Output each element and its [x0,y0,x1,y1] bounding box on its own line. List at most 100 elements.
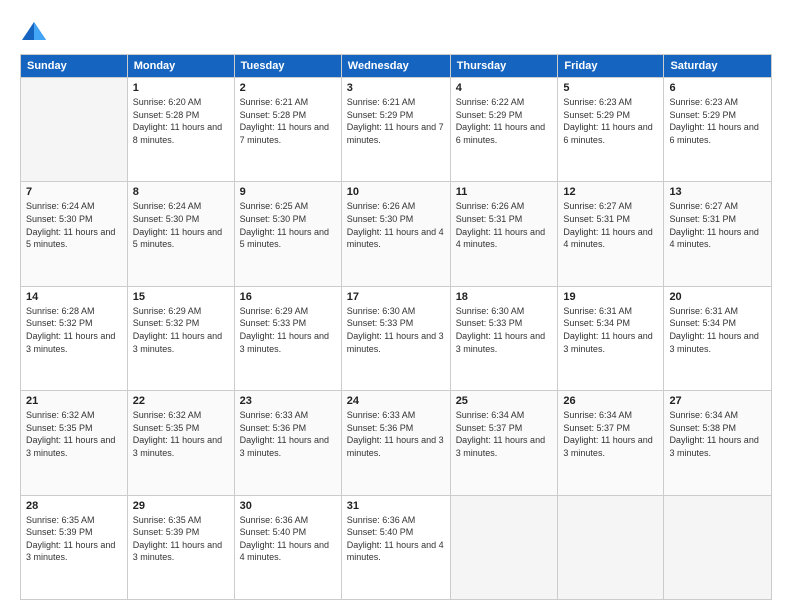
calendar-cell: 10 Sunrise: 6:26 AMSunset: 5:30 PMDayligh… [341,182,450,286]
day-info: Sunrise: 6:35 AMSunset: 5:39 PMDaylight:… [26,514,122,564]
calendar-cell: 12Sunrise: 6:27 AMSunset: 5:31 PMDayligh… [558,182,664,286]
day-info: Sunrise: 6:30 AMSunset: 5:33 PMDaylight:… [456,305,553,355]
calendar-cell: 13Sunrise: 6:27 AMSunset: 5:31 PMDayligh… [664,182,772,286]
day-number: 31 [347,500,445,512]
page: SundayMondayTuesdayWednesdayThursdayFrid… [0,0,792,612]
day-number: 25 [456,395,553,407]
calendar-cell: 16 Sunrise: 6:29 AMSunset: 5:33 PMDayligh… [234,286,341,390]
day-number: 6 [669,82,766,94]
day-number: 15 [133,291,229,303]
calendar-cell: 7 Sunrise: 6:24 AMSunset: 5:30 PMDaylight… [21,182,128,286]
calendar-cell: 14 Sunrise: 6:28 AMSunset: 5:32 PMDayligh… [21,286,128,390]
logo [20,18,52,46]
calendar-cell: 19 Sunrise: 6:31 AMSunset: 5:34 PMDayligh… [558,286,664,390]
day-number: 20 [669,291,766,303]
calendar-cell: 8 Sunrise: 6:24 AMSunset: 5:30 PMDaylight… [127,182,234,286]
day-number: 24 [347,395,445,407]
day-info: Sunrise: 6:23 AMSunset: 5:29 PMDaylight:… [669,96,766,146]
calendar-cell: 5 Sunrise: 6:23 AMSunset: 5:29 PMDaylight… [558,78,664,182]
calendar-cell: 25Sunrise: 6:34 AMSunset: 5:37 PMDayligh… [450,391,558,495]
calendar-cell: 20 Sunrise: 6:31 AMSunset: 5:34 PMDayligh… [664,286,772,390]
day-number: 3 [347,82,445,94]
weekday-header: Saturday [664,55,772,78]
day-info: Sunrise: 6:29 AMSunset: 5:32 PMDaylight:… [133,305,229,355]
calendar-cell: 22 Sunrise: 6:32 AMSunset: 5:35 PMDayligh… [127,391,234,495]
day-info: Sunrise: 6:30 AMSunset: 5:33 PMDaylight:… [347,305,445,355]
calendar-cell [558,495,664,599]
calendar-cell: 4 Sunrise: 6:22 AMSunset: 5:29 PMDaylight… [450,78,558,182]
day-info: Sunrise: 6:24 AMSunset: 5:30 PMDaylight:… [133,200,229,250]
calendar-cell: 31 Sunrise: 6:36 AMSunset: 5:40 PMDayligh… [341,495,450,599]
weekday-header: Sunday [21,55,128,78]
day-info: Sunrise: 6:32 AMSunset: 5:35 PMDaylight:… [26,409,122,459]
day-info: Sunrise: 6:20 AMSunset: 5:28 PMDaylight:… [133,96,229,146]
day-number: 9 [240,186,336,198]
weekday-header: Thursday [450,55,558,78]
calendar-cell [664,495,772,599]
day-info: Sunrise: 6:23 AMSunset: 5:29 PMDaylight:… [563,96,658,146]
calendar-cell: 28 Sunrise: 6:35 AMSunset: 5:39 PMDayligh… [21,495,128,599]
day-info: Sunrise: 6:21 AMSunset: 5:28 PMDaylight:… [240,96,336,146]
day-info: Sunrise: 6:27 AMSunset: 5:31 PMDaylight:… [563,200,658,250]
day-number: 13 [669,186,766,198]
calendar-cell: 23Sunrise: 6:33 AMSunset: 5:36 PMDayligh… [234,391,341,495]
day-info: Sunrise: 6:25 AMSunset: 5:30 PMDaylight:… [240,200,336,250]
calendar-cell: 15 Sunrise: 6:29 AMSunset: 5:32 PMDayligh… [127,286,234,390]
calendar-cell [450,495,558,599]
day-info: Sunrise: 6:29 AMSunset: 5:33 PMDaylight:… [240,305,336,355]
weekday-header: Wednesday [341,55,450,78]
calendar: SundayMondayTuesdayWednesdayThursdayFrid… [20,54,772,600]
day-info: Sunrise: 6:26 AMSunset: 5:31 PMDaylight:… [456,200,553,250]
calendar-cell: 18 Sunrise: 6:30 AMSunset: 5:33 PMDayligh… [450,286,558,390]
day-number: 28 [26,500,122,512]
calendar-cell: 6 Sunrise: 6:23 AMSunset: 5:29 PMDaylight… [664,78,772,182]
day-number: 18 [456,291,553,303]
day-info: Sunrise: 6:24 AMSunset: 5:30 PMDaylight:… [26,200,122,250]
day-number: 26 [563,395,658,407]
weekday-header: Friday [558,55,664,78]
day-info: Sunrise: 6:36 AMSunset: 5:40 PMDaylight:… [240,514,336,564]
day-info: Sunrise: 6:32 AMSunset: 5:35 PMDaylight:… [133,409,229,459]
day-number: 10 [347,186,445,198]
day-info: Sunrise: 6:26 AMSunset: 5:30 PMDaylight:… [347,200,445,250]
day-info: Sunrise: 6:33 AMSunset: 5:36 PMDaylight:… [240,409,336,459]
calendar-cell: 2 Sunrise: 6:21 AMSunset: 5:28 PMDaylight… [234,78,341,182]
day-number: 22 [133,395,229,407]
day-number: 30 [240,500,336,512]
day-info: Sunrise: 6:35 AMSunset: 5:39 PMDaylight:… [133,514,229,564]
calendar-cell: 3 Sunrise: 6:21 AMSunset: 5:29 PMDaylight… [341,78,450,182]
day-number: 7 [26,186,122,198]
day-info: Sunrise: 6:31 AMSunset: 5:34 PMDaylight:… [669,305,766,355]
day-number: 29 [133,500,229,512]
day-info: Sunrise: 6:31 AMSunset: 5:34 PMDaylight:… [563,305,658,355]
day-number: 2 [240,82,336,94]
day-number: 8 [133,186,229,198]
day-info: Sunrise: 6:28 AMSunset: 5:32 PMDaylight:… [26,305,122,355]
calendar-cell: 26 Sunrise: 6:34 AMSunset: 5:37 PMDayligh… [558,391,664,495]
calendar-cell: 21 Sunrise: 6:32 AMSunset: 5:35 PMDayligh… [21,391,128,495]
day-number: 19 [563,291,658,303]
day-number: 1 [133,82,229,94]
calendar-cell: 11 Sunrise: 6:26 AMSunset: 5:31 PMDayligh… [450,182,558,286]
day-info: Sunrise: 6:21 AMSunset: 5:29 PMDaylight:… [347,96,445,146]
calendar-cell: 1 Sunrise: 6:20 AMSunset: 5:28 PMDaylight… [127,78,234,182]
calendar-cell: 24 Sunrise: 6:33 AMSunset: 5:36 PMDayligh… [341,391,450,495]
day-info: Sunrise: 6:34 AMSunset: 5:37 PMDaylight:… [563,409,658,459]
calendar-cell: 30 Sunrise: 6:36 AMSunset: 5:40 PMDayligh… [234,495,341,599]
day-info: Sunrise: 6:22 AMSunset: 5:29 PMDaylight:… [456,96,553,146]
day-number: 21 [26,395,122,407]
calendar-cell: 17Sunrise: 6:30 AMSunset: 5:33 PMDayligh… [341,286,450,390]
day-info: Sunrise: 6:36 AMSunset: 5:40 PMDaylight:… [347,514,445,564]
day-number: 14 [26,291,122,303]
day-number: 5 [563,82,658,94]
day-number: 16 [240,291,336,303]
day-number: 4 [456,82,553,94]
weekday-header: Monday [127,55,234,78]
weekday-header: Tuesday [234,55,341,78]
day-info: Sunrise: 6:33 AMSunset: 5:36 PMDaylight:… [347,409,445,459]
logo-icon [20,18,48,46]
day-number: 11 [456,186,553,198]
calendar-cell: 29 Sunrise: 6:35 AMSunset: 5:39 PMDayligh… [127,495,234,599]
calendar-cell: 9 Sunrise: 6:25 AMSunset: 5:30 PMDaylight… [234,182,341,286]
day-number: 27 [669,395,766,407]
